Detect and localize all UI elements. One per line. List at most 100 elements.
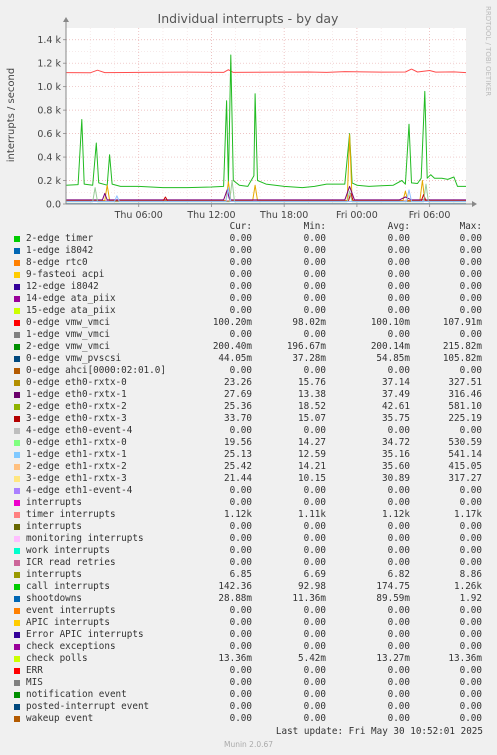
legend-avg-value: 13.27m <box>376 653 410 664</box>
legend-cur-value: 19.56 <box>224 437 252 448</box>
legend-swatch <box>14 644 20 650</box>
legend-max-value: 0.00 <box>459 305 482 316</box>
legend-row: 0-edge eth1-rxtx-0 19.56 14.27 34.72 530.59 <box>0 437 497 449</box>
legend-series-name: MIS <box>26 677 43 688</box>
legend-swatch <box>14 536 20 542</box>
legend-series-name: 14-edge ata_piix <box>26 293 116 304</box>
legend-row: 12-edge i8042 0.00 0.00 0.00 0.00 <box>0 281 497 293</box>
legend-series-name: check polls <box>26 653 88 664</box>
legend-swatch <box>14 440 20 446</box>
legend-row: Error APIC interrupts 0.00 0.00 0.00 0.00 <box>0 629 497 641</box>
legend-row: APIC interrupts 0.00 0.00 0.00 0.00 <box>0 617 497 629</box>
legend-row: interrupts 6.85 6.69 6.82 8.86 <box>0 569 497 581</box>
legend-avg-value: 0.00 <box>387 689 410 700</box>
legend-series-name: 4-edge eth1-event-4 <box>26 485 133 496</box>
legend-max-value: 0.00 <box>459 545 482 556</box>
legend-swatch <box>14 308 20 314</box>
legend-row: shootdowns 28.88m 11.36m 89.59m 1.92 <box>0 593 497 605</box>
legend-min-value: 0.00 <box>303 329 326 340</box>
legend-avg-value: 0.00 <box>387 665 410 676</box>
legend-swatch <box>14 524 20 530</box>
legend-avg-value: 174.75 <box>376 581 410 592</box>
legend-swatch <box>14 716 20 722</box>
legend-avg-value: 89.59m <box>376 593 410 604</box>
legend-max-value: 0.00 <box>459 425 482 436</box>
legend-max-value: 0.00 <box>459 269 482 280</box>
legend-max-value: 0.00 <box>459 485 482 496</box>
legend-series-name: ICR read retries <box>26 557 116 568</box>
legend-row: 1-edge eth1-rxtx-1 25.13 12.59 35.16 541.14 <box>0 449 497 461</box>
legend-row: 15-edge ata_piix 0.00 0.00 0.00 0.00 <box>0 305 497 317</box>
legend-min-value: 0.00 <box>303 533 326 544</box>
chart-title: Individual interrupts - by day <box>158 11 340 26</box>
legend-max-value: 13.36m <box>448 653 482 664</box>
legend-avg-value: 0.00 <box>387 257 410 268</box>
legend-min-value: 0.00 <box>303 425 326 436</box>
legend-row: 2-edge vmw_vmci 200.40m 196.67m 200.14m 215.… <box>0 341 497 353</box>
legend-cur-value: 0.00 <box>229 365 252 376</box>
legend-row: 3-edge eth0-rxtx-3 33.70 15.07 35.75 225.19 <box>0 413 497 425</box>
legend-max-value: 107.91m <box>442 317 482 328</box>
legend-min-value: 0.00 <box>303 641 326 652</box>
y-tick-label: 0.4 k <box>37 153 61 164</box>
legend-row: 0-edge ahci[0000:02:01.0] 0.00 0.00 0.00 0.0… <box>0 365 497 377</box>
legend-avg-value: 0.00 <box>387 269 410 280</box>
legend-row: MIS 0.00 0.00 0.00 0.00 <box>0 677 497 689</box>
legend-swatch <box>14 296 20 302</box>
legend-row: 0-edge eth0-rxtx-0 23.26 15.76 37.14 327.51 <box>0 377 497 389</box>
legend-swatch <box>14 692 20 698</box>
legend-row: monitoring interrupts 0.00 0.00 0.00 0.00 <box>0 533 497 545</box>
legend-min-value: 0.00 <box>303 281 326 292</box>
y-axis-label: interrupts / second <box>6 68 17 162</box>
legend-series-name: 1-edge eth0-rxtx-1 <box>26 389 127 400</box>
legend-series-name: shootdowns <box>26 593 82 604</box>
legend-avg-value: 37.14 <box>382 377 410 388</box>
legend-series-name: 1-edge vmw_vmci <box>26 329 110 340</box>
y-tick-label: 0.8 k <box>37 106 61 117</box>
legend-series-name: event interrupts <box>26 605 116 616</box>
legend-min-value: 92.98 <box>298 581 326 592</box>
legend-swatch <box>14 356 20 362</box>
legend-swatch <box>14 272 20 278</box>
legend-max-value: 316.46 <box>448 389 482 400</box>
legend-avg-value: 0.00 <box>387 305 410 316</box>
legend-swatch <box>14 248 20 254</box>
legend-max-value: 581.10 <box>448 401 482 412</box>
legend-max-value: 0.00 <box>459 605 482 616</box>
legend-cur-value: 23.26 <box>224 377 252 388</box>
legend-avg-value: 35.75 <box>382 413 410 424</box>
legend-min-value: 0.00 <box>303 365 326 376</box>
legend-min-value: 0.00 <box>303 701 326 712</box>
legend-avg-value: 0.00 <box>387 293 410 304</box>
header-min: Min: <box>303 221 326 232</box>
legend-avg-value: 0.00 <box>387 713 410 724</box>
legend-avg-value: 0.00 <box>387 677 410 688</box>
legend-series-name: interrupts <box>26 521 82 532</box>
legend-cur-value: 27.69 <box>224 389 252 400</box>
legend-swatch <box>14 284 20 290</box>
legend-min-value: 0.00 <box>303 257 326 268</box>
y-tick-label: 1.0 k <box>37 82 61 93</box>
legend-swatch <box>14 236 20 242</box>
legend-max-value: 541.14 <box>448 449 482 460</box>
legend-cur-value: 0.00 <box>229 485 252 496</box>
legend-row: call interrupts 142.36 92.98 174.75 1.26k <box>0 581 497 593</box>
legend-avg-value: 37.49 <box>382 389 410 400</box>
legend-min-value: 0.00 <box>303 677 326 688</box>
y-tick-label: 0.6 k <box>37 129 61 140</box>
legend-swatch <box>14 380 20 386</box>
legend-max-value: 0.00 <box>459 665 482 676</box>
legend-cur-value: 200.40m <box>212 341 252 352</box>
legend-avg-value: 0.00 <box>387 545 410 556</box>
legend-cur-value: 0.00 <box>229 617 252 628</box>
legend-max-value: 0.00 <box>459 245 482 256</box>
legend-series-name: 2-edge timer <box>26 233 94 244</box>
legend-max-value: 0.00 <box>459 365 482 376</box>
legend-header: Cur: Min: Avg: Max: <box>0 221 497 233</box>
legend-cur-value: 25.36 <box>224 401 252 412</box>
legend-series-name: timer interrupts <box>26 509 116 520</box>
legend-swatch <box>14 488 20 494</box>
legend-max-value: 0.00 <box>459 257 482 268</box>
legend-swatch <box>14 464 20 470</box>
legend-min-value: 0.00 <box>303 497 326 508</box>
